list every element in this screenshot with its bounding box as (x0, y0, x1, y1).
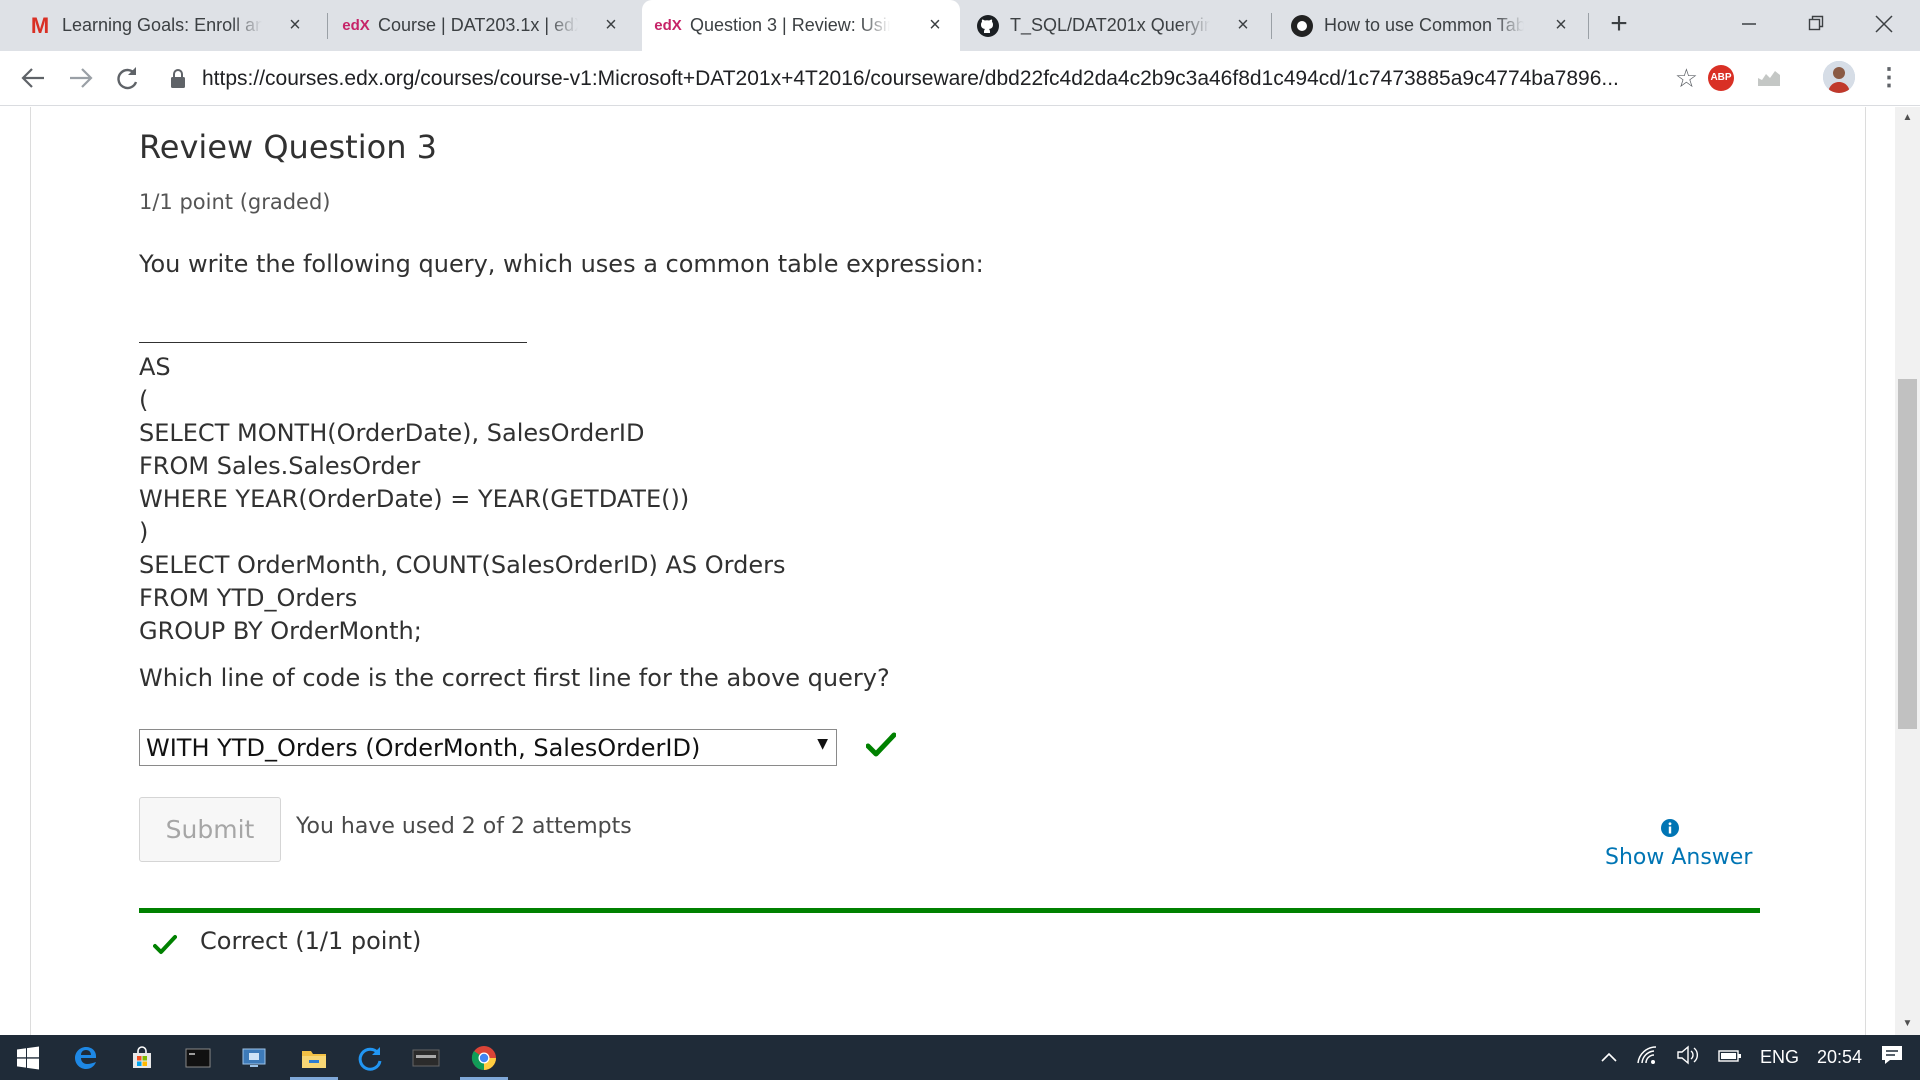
browser-tab[interactable]: edX Course | DAT203.1x | edX × (330, 0, 636, 51)
new-tab-icon[interactable]: + (1604, 9, 1634, 40)
code-line: FROM YTD_Orders (139, 584, 358, 612)
chrome-menu-icon[interactable]: ⋮ (1877, 64, 1901, 92)
browser-tab[interactable]: T_SQL/DAT201x Querying w × (962, 0, 1268, 51)
close-tab-icon[interactable]: × (284, 14, 306, 36)
minimize-icon[interactable] (1729, 8, 1769, 40)
blank-line (139, 342, 527, 343)
wifi-icon[interactable] (1636, 1045, 1658, 1070)
browser-tab[interactable]: M Learning Goals: Enroll and c × (14, 0, 320, 51)
answer-dropdown[interactable]: WITH YTD_Orders (OrderMonth, SalesOrderI… (139, 729, 837, 766)
store-icon[interactable] (114, 1035, 170, 1080)
browser-tab[interactable]: How to use Common Table × (1276, 0, 1586, 51)
info-icon (1661, 819, 1679, 837)
close-tab-icon[interactable]: × (600, 14, 622, 36)
github-icon (976, 14, 1000, 38)
adblock-plus-icon[interactable]: ABP (1708, 65, 1734, 91)
tab-separator (327, 13, 328, 39)
code-line: AS (139, 353, 171, 381)
language-indicator[interactable]: ENG (1760, 1047, 1799, 1068)
forward-icon[interactable] (64, 62, 98, 96)
code-line: ( (139, 386, 149, 414)
attempts-text: You have used 2 of 2 attempts (296, 814, 632, 839)
scroll-up-icon[interactable]: ▲ (1895, 107, 1920, 129)
tab-title: Learning Goals: Enroll and c (62, 15, 262, 35)
code-line: FROM Sales.SalesOrder (139, 452, 421, 480)
tab-title: T_SQL/DAT201x Querying w (1010, 15, 1210, 35)
close-tab-icon[interactable]: × (924, 14, 946, 36)
lock-icon (168, 68, 188, 90)
code-line: SELECT OrderMonth, COUNT(SalesOrderID) A… (139, 551, 786, 579)
code-block: AS ( SELECT MONTH(OrderDate), SalesOrder… (139, 351, 785, 648)
notification-icon[interactable] (1880, 1043, 1904, 1072)
browser-tab-strip: M Learning Goals: Enroll and c × edX Cou… (0, 0, 1920, 51)
chevron-up-icon[interactable] (1600, 1047, 1618, 1068)
close-window-icon[interactable] (1864, 8, 1904, 40)
browser-tab-active[interactable]: edX Question 3 | Review: Using × (642, 0, 960, 51)
problem-prompt: You write the following query, which use… (139, 250, 984, 278)
chrome-icon[interactable] (456, 1035, 512, 1080)
edx-icon: edX (654, 17, 682, 34)
show-answer-button[interactable]: Show Answer (1605, 845, 1752, 870)
tab-title: Question 3 | Review: Using (690, 15, 890, 35)
volume-icon[interactable] (1676, 1045, 1700, 1070)
code-line: ) (139, 518, 149, 546)
back-icon[interactable] (16, 62, 50, 96)
tab-title: Course | DAT203.1x | edX (378, 15, 578, 35)
tab-separator (1271, 13, 1272, 39)
code-line: SELECT MONTH(OrderDate), SalesOrderID (139, 419, 645, 447)
submit-button[interactable]: Submit (139, 797, 281, 862)
problem-title: Review Question 3 (139, 128, 437, 166)
correct-check-icon (153, 934, 177, 956)
profile-avatar[interactable] (1823, 61, 1855, 93)
clock-time[interactable]: 20:54 (1817, 1047, 1862, 1068)
page-scrollbar[interactable]: ▲ ▼ (1895, 107, 1920, 1035)
page-viewport: Review Question 3 1/1 point (graded) You… (0, 107, 1920, 1035)
tab-separator (1588, 13, 1589, 39)
selected-answer: WITH YTD_Orders (OrderMonth, SalesOrderI… (146, 733, 701, 762)
result-text: Correct (1/1 point) (200, 927, 422, 955)
edx-icon: edX (342, 17, 370, 34)
remote-desktop-icon[interactable] (226, 1035, 282, 1080)
page-border (1865, 107, 1866, 1035)
edge-icon[interactable] (58, 1035, 114, 1080)
browser-toolbar: https://courses.edx.org/courses/course-v… (0, 51, 1920, 106)
gmail-icon: M (30, 12, 50, 38)
extension-icon[interactable] (1756, 66, 1782, 90)
code-line: GROUP BY OrderMonth; (139, 617, 422, 645)
battery-icon[interactable] (1718, 1047, 1742, 1068)
dropdown-arrow-icon: ▼ (817, 736, 828, 752)
code-line: WHERE YEAR(OrderDate) = YEAR(GETDATE()) (139, 485, 690, 513)
tab-title: How to use Common Table (1324, 15, 1524, 35)
file-explorer-icon[interactable] (286, 1035, 342, 1080)
points-label: 1/1 point (graded) (139, 190, 331, 214)
windows-taskbar: ENG 20:54 (0, 1035, 1920, 1080)
url-text[interactable]: https://courses.edx.org/courses/course-v… (202, 67, 1642, 91)
terminal-icon[interactable] (170, 1035, 226, 1080)
correct-check-icon (865, 731, 897, 759)
page-border (30, 107, 31, 1035)
address-bar[interactable]: https://courses.edx.org/courses/course-v… (168, 61, 1698, 97)
restore-icon[interactable] (1796, 8, 1836, 40)
close-tab-icon[interactable]: × (1550, 14, 1572, 36)
system-tray: ENG 20:54 (1600, 1035, 1920, 1080)
scrollbar-thumb[interactable] (1898, 379, 1917, 729)
question-text: Which line of code is the correct first … (139, 664, 890, 692)
result-bar (139, 908, 1760, 913)
web-icon (1290, 14, 1314, 38)
windows-start-icon[interactable] (0, 1035, 56, 1080)
video-app-icon[interactable] (398, 1035, 454, 1080)
bookmark-star-icon[interactable]: ☆ (1675, 63, 1698, 94)
scroll-down-icon[interactable]: ▼ (1895, 1013, 1920, 1035)
refresh-app-icon[interactable] (342, 1035, 398, 1080)
close-tab-icon[interactable]: × (1232, 14, 1254, 36)
reload-icon[interactable] (110, 62, 144, 96)
